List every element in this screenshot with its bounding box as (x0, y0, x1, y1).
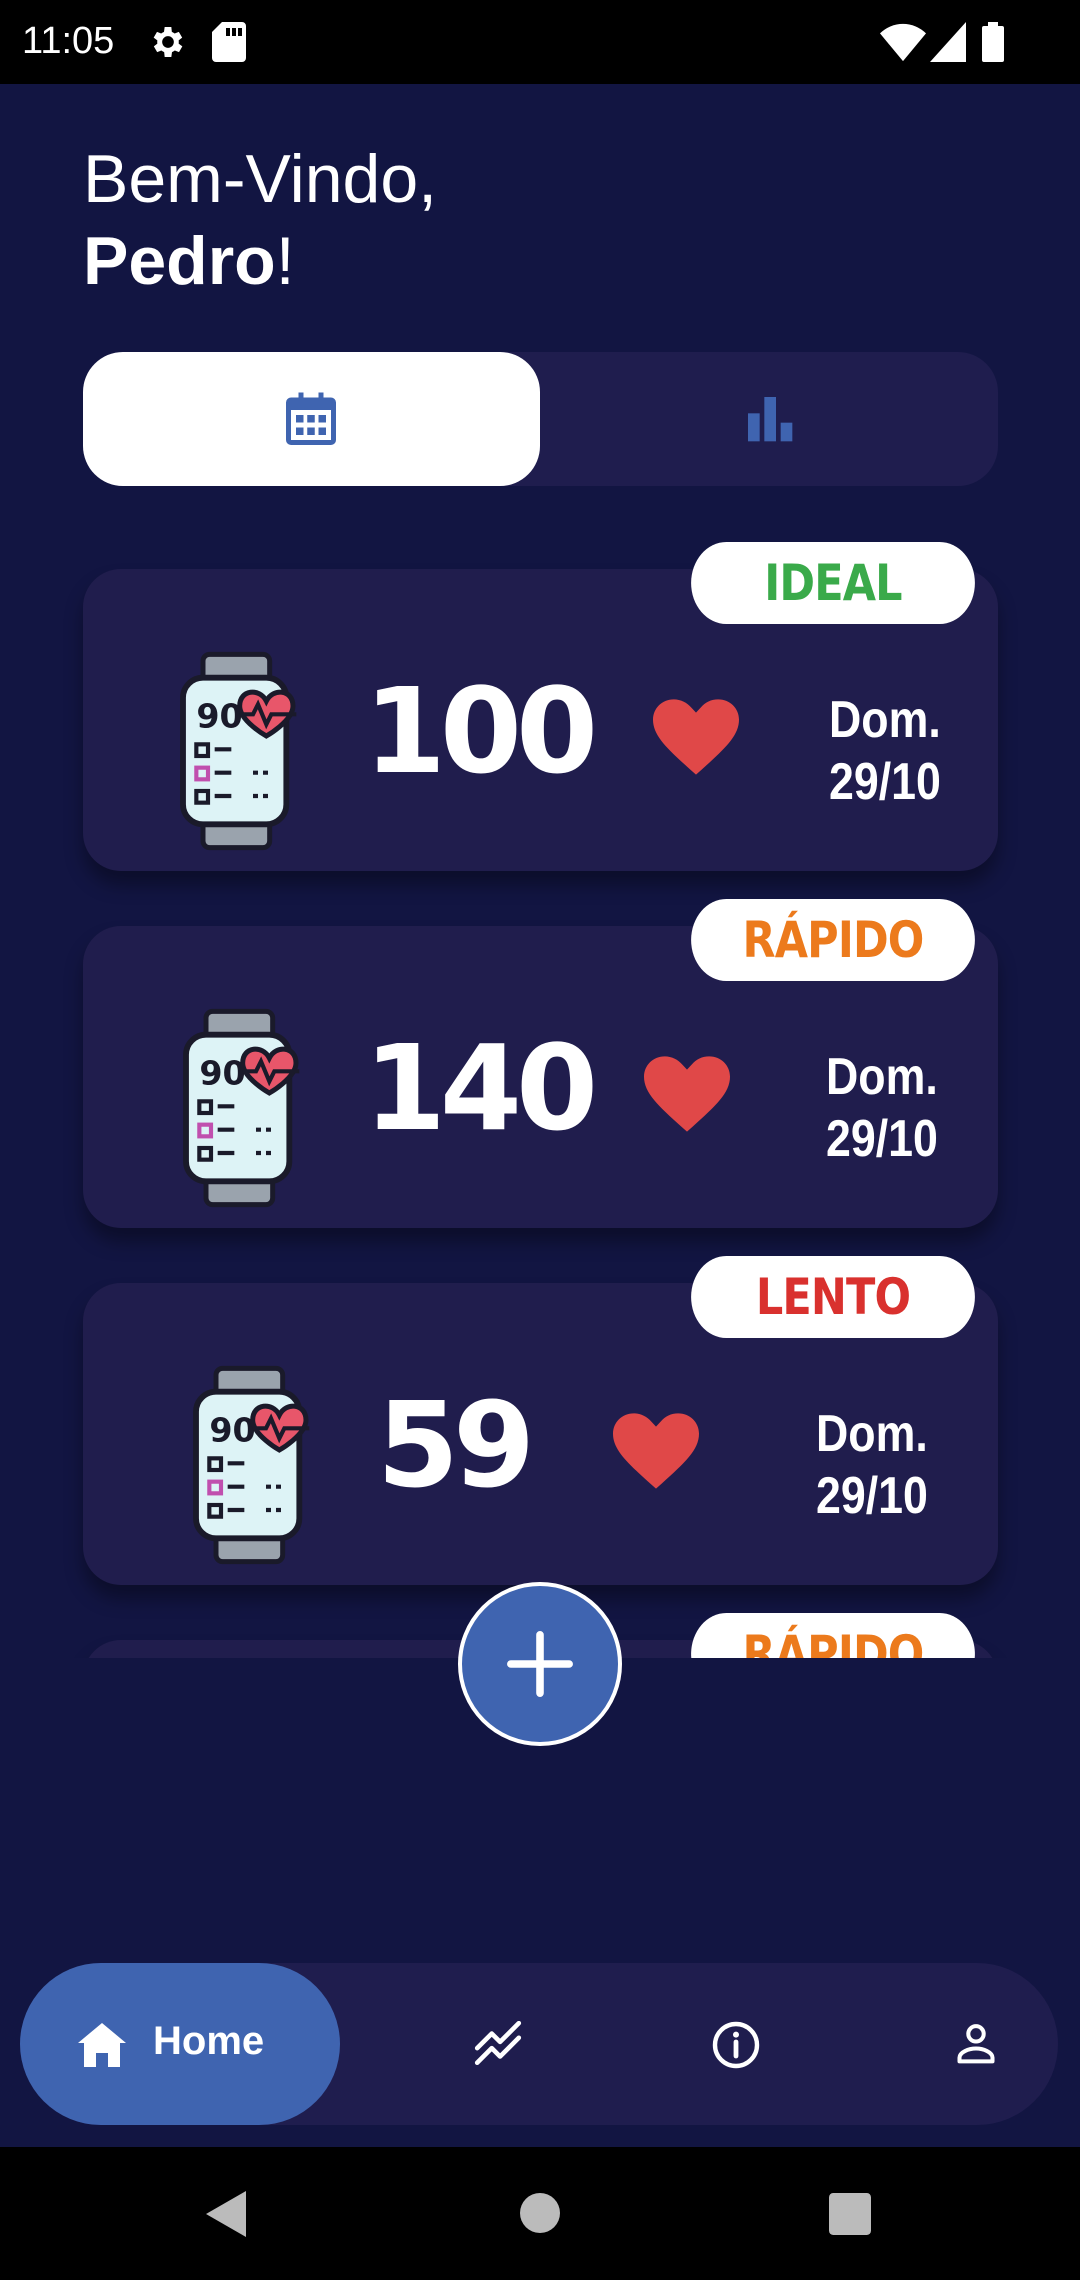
status-badge: LENTO (691, 1256, 975, 1338)
reading-day: Dom. (829, 691, 941, 749)
greeting-suffix: ! (275, 223, 295, 299)
settings-icon (153, 27, 183, 57)
smartwatch-icon: 90 (183, 1008, 300, 1208)
user-name: Pedro (83, 223, 276, 299)
tab-calendar[interactable] (83, 352, 540, 486)
system-nav-bar (0, 2147, 1080, 2280)
signal-icon (930, 22, 966, 62)
battery-icon (982, 22, 1004, 62)
status-badge: RÁPIDO (691, 1613, 975, 1658)
status-bar: 11:05 (0, 0, 1080, 84)
home-icon (78, 2023, 126, 2067)
status-badge: RÁPIDO (691, 899, 975, 981)
back-icon[interactable] (206, 2191, 246, 2237)
svg-text:90: 90 (199, 1054, 245, 1093)
smartwatch-icon: 90 (180, 651, 297, 851)
status-badge: IDEAL (691, 542, 975, 624)
calendar-icon (286, 392, 336, 445)
bpm-value: 100 (363, 662, 598, 800)
reading-card[interactable]: 90 59 Dom. 29/10 LENTO (83, 1256, 998, 1586)
home-button-icon[interactable] (520, 2193, 560, 2233)
reading-date: Dom. 29/10 (826, 1046, 938, 1170)
reading-day: Dom. (826, 1048, 938, 1106)
reading-card[interactable]: 90 100 Dom. 29/10 IDEAL (83, 542, 998, 872)
smartwatch-icon: 90 (193, 1365, 310, 1565)
bar-chart-icon (748, 397, 793, 442)
reading-date: Dom. 29/10 (829, 689, 941, 813)
nav-home-label: Home (153, 2019, 265, 2063)
sd-card-icon (212, 22, 246, 62)
heart-icon (644, 1056, 730, 1132)
add-reading-button[interactable] (458, 1582, 622, 1746)
reading-date-value: 29/10 (829, 753, 941, 811)
bpm-value: 59 (376, 1376, 535, 1514)
heart-icon (613, 1413, 699, 1489)
svg-text:90: 90 (209, 1411, 255, 1450)
reading-date-value: 29/10 (816, 1467, 928, 1525)
reading-day: Dom. (816, 1405, 928, 1463)
plus-icon (507, 1631, 573, 1697)
greeting-name-line: Pedro! (83, 222, 295, 300)
reading-date: Dom. 29/10 (816, 1403, 928, 1527)
wifi-icon (880, 23, 926, 62)
bpm-value: 140 (363, 1019, 598, 1157)
info-icon[interactable] (712, 2021, 760, 2069)
reading-card[interactable]: 90 140 Dom. 29/10 RÁPIDO (83, 899, 998, 1229)
svg-text:90: 90 (196, 697, 242, 736)
greeting-title: Bem-Vindo, (83, 141, 438, 217)
view-toggle (83, 352, 998, 486)
heart-icon (653, 699, 739, 775)
trend-icon[interactable] (473, 2021, 523, 2067)
recents-icon[interactable] (829, 2193, 871, 2235)
bottom-nav: Home (20, 1963, 1058, 2125)
status-time: 11:05 (22, 20, 115, 62)
readings-list[interactable]: 90 100 Dom. 29/10 IDEAL 90 140 Dom. 29/1… (0, 530, 1080, 1658)
nav-home[interactable]: Home (20, 1963, 340, 2125)
profile-icon[interactable] (954, 2021, 998, 2065)
tab-statistics[interactable] (540, 352, 998, 486)
reading-date-value: 29/10 (826, 1110, 938, 1168)
